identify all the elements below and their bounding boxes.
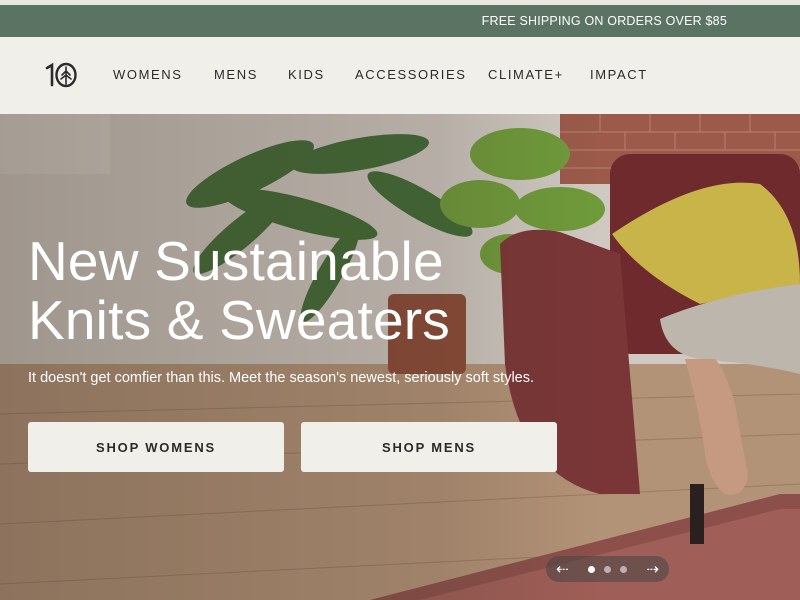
brand-logo[interactable] xyxy=(44,59,84,91)
shop-mens-button[interactable]: SHOP MENS xyxy=(301,422,557,472)
nav-item-womens[interactable]: WOMENS xyxy=(113,67,183,82)
hero-title-line-2: Knits & Sweaters xyxy=(28,289,450,351)
promo-banner[interactable]: FREE SHIPPING ON ORDERS OVER $85 xyxy=(0,5,800,37)
hero-overlay xyxy=(0,114,800,600)
nav-item-accessories[interactable]: ACCESSORIES xyxy=(355,67,467,82)
arrow-right-icon[interactable]: ⇢ xyxy=(646,562,659,577)
promo-text: FREE SHIPPING ON ORDERS OVER $85 xyxy=(481,14,727,28)
shop-womens-button[interactable]: SHOP WOMENS xyxy=(28,422,284,472)
carousel-dot[interactable] xyxy=(588,565,595,573)
hero-title-line-1: New Sustainable xyxy=(28,230,444,292)
tree-logo-icon xyxy=(45,62,77,88)
hero-banner: New Sustainable Knits & Sweaters It does… xyxy=(0,114,800,600)
arrow-left-icon[interactable]: ⇠ xyxy=(556,562,569,577)
main-navigation: WOMENS MENS KIDS ACCESSORIES CLIMATE+ IM… xyxy=(0,37,800,114)
nav-item-kids[interactable]: KIDS xyxy=(288,67,325,82)
nav-item-climate[interactable]: CLIMATE+ xyxy=(488,67,564,82)
carousel-controls: ⇠ ⇢ xyxy=(546,556,669,582)
hero-subtitle: It doesn't get comfier than this. Meet t… xyxy=(28,370,535,386)
hero-title: New Sustainable Knits & Sweaters xyxy=(28,232,548,350)
carousel-dot[interactable] xyxy=(620,565,627,573)
carousel-dot[interactable] xyxy=(604,565,611,573)
nav-item-impact[interactable]: IMPACT xyxy=(590,67,648,82)
carousel-dots xyxy=(588,565,627,573)
nav-item-mens[interactable]: MENS xyxy=(214,67,258,82)
